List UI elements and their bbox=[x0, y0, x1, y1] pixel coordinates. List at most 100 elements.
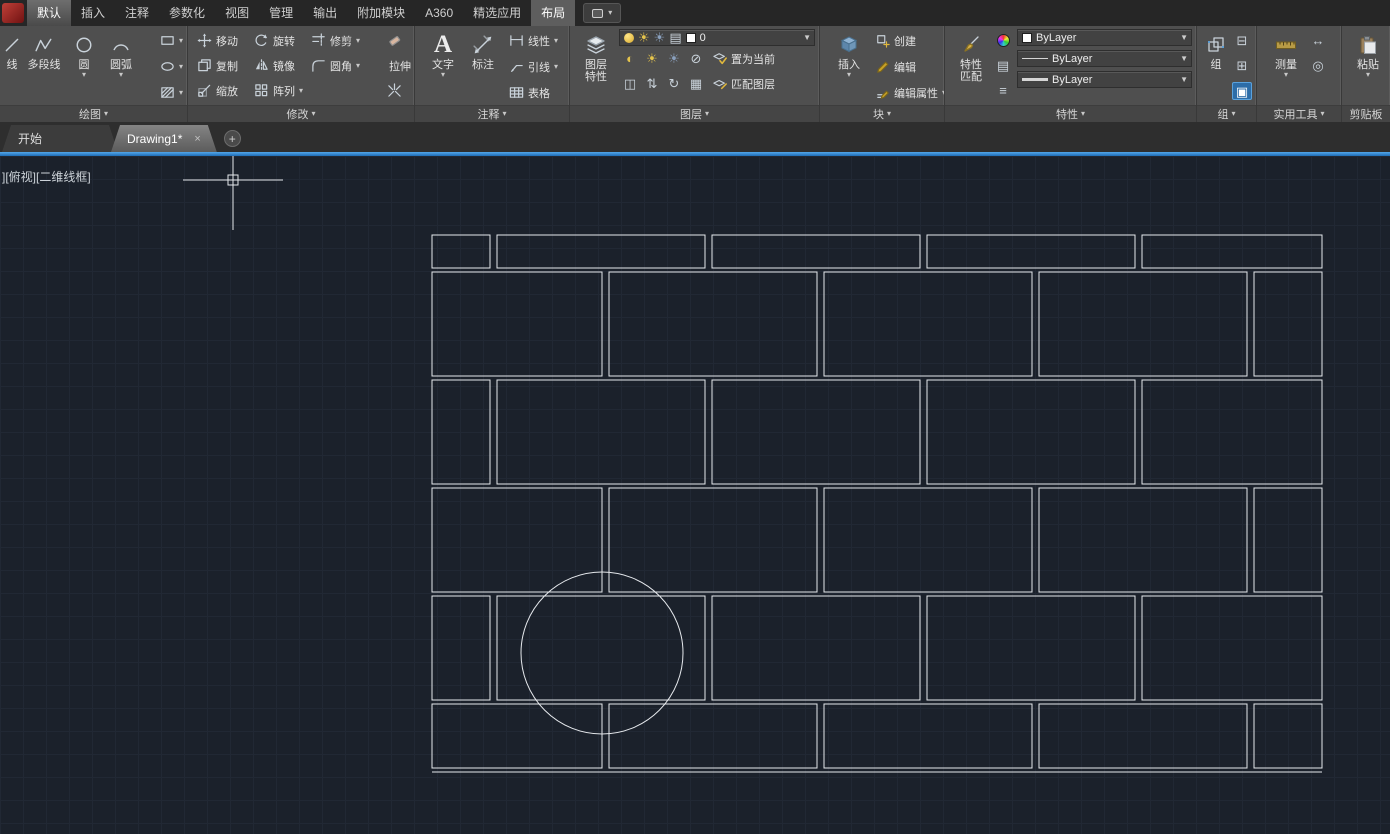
layer-state-button[interactable]: ⇅ bbox=[641, 72, 663, 96]
sun-freeze-icon: ☀ bbox=[654, 31, 666, 44]
tab-layout[interactable]: 布局 bbox=[531, 0, 575, 26]
circle-button[interactable]: 圆 ▾ bbox=[67, 28, 101, 105]
copy-button[interactable]: 复制 bbox=[195, 53, 252, 78]
rectangle-button[interactable]: ▾ bbox=[158, 28, 185, 53]
dimension-button[interactable]: 标注 bbox=[463, 28, 503, 105]
quick-select-button[interactable]: ↔ bbox=[1307, 28, 1329, 52]
mirror-button[interactable]: 镜像 bbox=[252, 53, 309, 78]
scale-button[interactable]: 缩放 bbox=[195, 78, 252, 103]
trim-button[interactable]: 修剪▾ bbox=[309, 28, 383, 53]
edit-attributes-icon bbox=[876, 86, 890, 100]
fillet-icon bbox=[311, 58, 326, 73]
edit-attributes-button[interactable]: 编辑属性▾ bbox=[874, 80, 944, 105]
erase-button[interactable] bbox=[383, 29, 405, 53]
text-icon: A bbox=[434, 31, 452, 59]
tab-addins[interactable]: 附加模块 bbox=[347, 0, 415, 26]
hatch-button[interactable]: ▾ bbox=[158, 80, 185, 105]
chevron-down-icon: ▾ bbox=[179, 37, 183, 45]
ungroup-button[interactable]: ⊟ bbox=[1231, 28, 1253, 52]
explode-button[interactable] bbox=[383, 79, 405, 103]
text-button[interactable]: A 文字 ▾ bbox=[423, 28, 463, 105]
object-color-dropdown[interactable]: ByLayer ▼ bbox=[1017, 29, 1192, 46]
tab-output[interactable]: 输出 bbox=[303, 0, 347, 26]
group-button[interactable]: 组 bbox=[1201, 28, 1231, 105]
tab-featured-apps[interactable]: 精选应用 bbox=[463, 0, 531, 26]
polyline-button[interactable]: 多段线 bbox=[21, 28, 67, 105]
layer-off-button[interactable]: ◐ bbox=[619, 47, 641, 71]
match-layer-button[interactable]: 匹配图层 bbox=[711, 71, 777, 96]
layer-properties-button[interactable]: 图层 特性 bbox=[575, 28, 617, 105]
layer-freeze-button[interactable]: ☀ bbox=[663, 47, 685, 71]
tab-a360[interactable]: A360 bbox=[415, 0, 463, 26]
linetype-dropdown[interactable]: ByLayer ▼ bbox=[1017, 50, 1192, 67]
plus-icon: + bbox=[229, 133, 236, 145]
color-wheel-button[interactable] bbox=[992, 28, 1014, 52]
file-tab-drawing1[interactable]: Drawing1* × bbox=[111, 125, 217, 152]
panel-label-group[interactable]: 组▾ bbox=[1197, 105, 1256, 122]
linear-dimension-button[interactable]: 线性▾ bbox=[507, 28, 560, 53]
chevron-down-icon: ▾ bbox=[1081, 110, 1085, 118]
sun-thaw-icon: ☀ bbox=[638, 31, 650, 44]
lineweight-list-button[interactable]: ≡ bbox=[992, 78, 1014, 102]
rotate-button[interactable]: 旋转 bbox=[252, 28, 309, 53]
match-properties-button[interactable]: 特性 匹配 bbox=[951, 28, 991, 105]
chevron-down-icon: ▾ bbox=[104, 110, 108, 118]
panel-label-block[interactable]: 块▾ bbox=[820, 105, 944, 122]
close-icon[interactable]: × bbox=[194, 133, 200, 145]
tab-manage[interactable]: 管理 bbox=[259, 0, 303, 26]
chevron-down-icon: ▾ bbox=[179, 89, 183, 97]
panel-label-properties[interactable]: 特性▾ bbox=[945, 105, 1196, 122]
arc-button[interactable]: 圆弧 ▾ bbox=[101, 28, 141, 105]
layer-restore-button[interactable]: ↻ bbox=[663, 72, 685, 96]
array-button[interactable]: 阵列▾ bbox=[252, 78, 309, 103]
fillet-button[interactable]: 圆角▾ bbox=[309, 53, 383, 78]
panel-label-draw[interactable]: 绘图▾ bbox=[0, 105, 187, 122]
measure-button[interactable]: 测量 ▾ bbox=[1265, 28, 1307, 105]
tab-annotate[interactable]: 注释 bbox=[115, 0, 159, 26]
chevron-down-icon: ▾ bbox=[1366, 71, 1370, 79]
tab-insert[interactable]: 插入 bbox=[71, 0, 115, 26]
linetype-list-button[interactable]: ▤ bbox=[992, 53, 1014, 77]
create-block-button[interactable]: 创建 bbox=[874, 28, 944, 53]
new-drawing-button[interactable]: + bbox=[224, 130, 241, 147]
layer-select-dropdown[interactable]: ☀ ☀ ▤ 0 ▼ bbox=[619, 29, 815, 46]
viewport-controls-label[interactable]: ][俯视][二维线框] bbox=[2, 168, 91, 185]
stretch-button[interactable]: 拉伸 bbox=[383, 53, 407, 78]
tab-view[interactable]: 视图 bbox=[215, 0, 259, 26]
chevron-down-icon: ▾ bbox=[608, 9, 612, 17]
panel-label-utilities[interactable]: 实用工具▾ bbox=[1257, 105, 1341, 122]
tab-parametric[interactable]: 参数化 bbox=[159, 0, 215, 26]
layer-lock-button[interactable]: ⊘ bbox=[685, 47, 707, 71]
file-tab-start[interactable]: 开始 bbox=[2, 125, 118, 152]
layer-merge-button[interactable]: ▦ bbox=[685, 72, 707, 96]
line-button[interactable]: 线 bbox=[3, 28, 21, 105]
panel-label-layers[interactable]: 图层▾ bbox=[570, 105, 819, 122]
table-button[interactable]: 表格 bbox=[507, 80, 560, 105]
panel-annotation: A 文字 ▾ 标注 线性▾ 引线▾ 表格 注释▾ bbox=[415, 26, 570, 122]
group-edit-button[interactable]: ⊞ bbox=[1231, 53, 1253, 77]
panel-label-annotation[interactable]: 注释▾ bbox=[415, 105, 569, 122]
lineweight-dropdown[interactable]: ByLayer ▼ bbox=[1017, 71, 1192, 88]
leader-button[interactable]: 引线▾ bbox=[507, 54, 560, 79]
paste-button[interactable]: 粘贴 ▾ bbox=[1348, 28, 1388, 105]
dimension-icon bbox=[473, 31, 493, 59]
panel-label-clipboard[interactable]: 剪贴板 bbox=[1342, 105, 1390, 122]
set-current-layer-button[interactable]: 置为当前 bbox=[711, 46, 777, 71]
insert-block-button[interactable]: 插入 ▾ bbox=[828, 28, 870, 105]
layer-unlock-button[interactable]: ◫ bbox=[619, 72, 641, 96]
drawing-canvas[interactable]: ][俯视][二维线框] bbox=[0, 156, 1390, 834]
edit-block-button[interactable]: 编辑 bbox=[874, 54, 944, 79]
panel-clipboard: 粘贴 ▾ 剪贴板 bbox=[1342, 26, 1390, 122]
ribbon-tab-bar: 默认 插入 注释 参数化 视图 管理 输出 附加模块 A360 精选应用 布局 … bbox=[0, 0, 1390, 26]
panel-label-modify[interactable]: 修改▾ bbox=[188, 105, 414, 122]
layer-isolate-button[interactable]: ☀ bbox=[641, 47, 663, 71]
tab-home[interactable]: 默认 bbox=[27, 0, 71, 26]
move-button[interactable]: 移动 bbox=[195, 28, 252, 53]
ribbon-options-button[interactable]: ▾ bbox=[583, 3, 621, 23]
ellipse-button[interactable]: ▾ bbox=[158, 54, 185, 79]
group-selection-toggle[interactable]: ▣ bbox=[1232, 82, 1252, 100]
rotate-icon bbox=[254, 33, 269, 48]
app-logo-icon[interactable] bbox=[2, 3, 24, 23]
id-point-button[interactable]: ◎ bbox=[1307, 53, 1329, 77]
chevron-down-icon: ▾ bbox=[299, 87, 303, 95]
